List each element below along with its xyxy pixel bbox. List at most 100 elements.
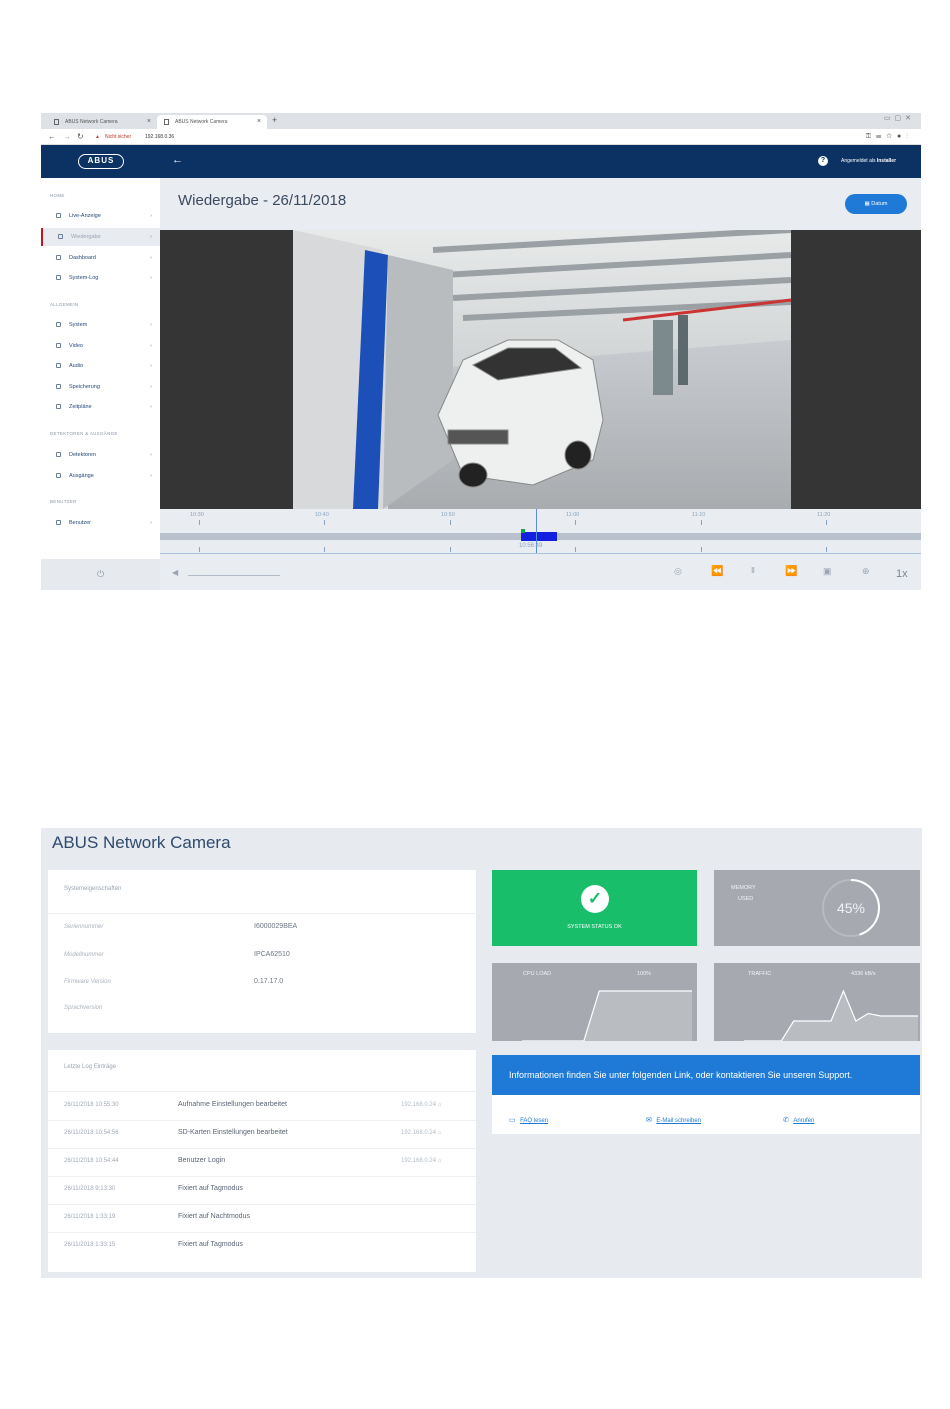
timeline-tick — [199, 520, 200, 525]
chevron-right-icon: › — [150, 520, 152, 526]
chevron-right-icon: › — [150, 255, 152, 261]
lock-icon: ⌂ — [437, 1102, 442, 1108]
log-row[interactable]: 26/11/2018 10:54:56 SD-Karten Einstellun… — [48, 1121, 476, 1149]
timeline-tick — [575, 547, 576, 552]
timeline-tick-label: 10:30 — [190, 512, 204, 518]
sidebar-item-detectors[interactable]: Detektoren › — [41, 446, 160, 464]
dashboard-icon — [56, 255, 61, 260]
sidebar-item-system[interactable]: System › — [41, 316, 160, 334]
page-icon — [164, 119, 169, 125]
playback-controls: ◀ ◎ ⏪ Ⅱ ⏩ ▣ ⊕ 1x — [160, 559, 921, 590]
sidebar-item-outputs[interactable]: Ausgänge › — [41, 467, 160, 485]
playback-speed[interactable]: 1x — [896, 568, 908, 580]
date-button[interactable]: ▦ Datum — [845, 194, 907, 214]
email-link[interactable]: ✉ E-Mail schreiben — [646, 1109, 701, 1127]
timeline-tick — [324, 547, 325, 552]
log-date: 26/11/2018 10:55:30 — [64, 1102, 119, 1108]
call-link[interactable]: ✆ Anrufen — [783, 1109, 814, 1127]
properties-card: Systemeigenschaften Seriennummer I600002… — [48, 870, 476, 1033]
video-player[interactable] — [160, 230, 921, 509]
help-icon[interactable]: ? — [818, 156, 828, 166]
log-row[interactable]: 26/11/2018 10:54:44 Benutzer Login 192.1… — [48, 1149, 476, 1177]
camera-frame-image — [293, 230, 791, 509]
sidebar-item-schedules[interactable]: Zeitpläne › — [41, 398, 160, 416]
back-arrow-icon[interactable]: ← — [172, 154, 183, 166]
cpu-tile: CPU LOAD 100% — [492, 963, 697, 1041]
storage-icon — [56, 384, 61, 389]
memory-label-2: USED — [738, 896, 754, 902]
browser-tab[interactable]: ABUS Network Camera × — [47, 115, 157, 129]
firmware-value: 0.17.17.0 — [254, 978, 284, 985]
faq-link[interactable]: ▭ FAQ lesen — [509, 1109, 548, 1127]
call-link-label: Anrufen — [793, 1118, 815, 1124]
sidebar-item-label: System-Log — [69, 275, 99, 281]
log-row[interactable]: 26/11/2018 1:33:19 Fixiert auf Nachtmodu… — [48, 1205, 476, 1233]
sidebar-item-storage[interactable]: Speicherung › — [41, 378, 160, 396]
new-tab-button[interactable]: + — [272, 115, 277, 125]
live-view-icon — [56, 213, 61, 218]
sidebar-item-syslog[interactable]: System-Log › — [41, 269, 160, 287]
log-text: Fixiert auf Tagmodus — [178, 1185, 243, 1192]
sidebar-item-label: Zeitpläne — [69, 404, 92, 410]
recording-segment[interactable] — [521, 532, 557, 541]
power-icon[interactable]: ⏻ — [41, 559, 160, 590]
timeline-tick — [701, 547, 702, 552]
zoom-icon[interactable]: ⊕ — [862, 566, 870, 577]
log-row[interactable]: 26/11/2018 9:13:30 Fixiert auf Tagmodus — [48, 1177, 476, 1205]
tab-label: ABUS Network Camera — [175, 119, 228, 125]
log-date: 26/11/2018 10:54:44 — [64, 1158, 119, 1164]
system-status-tile: ✓ SYSTEM STATUS OK — [492, 870, 697, 946]
audio-icon — [56, 363, 61, 368]
chevron-right-icon: › — [150, 322, 152, 328]
log-text: Benutzer Login — [178, 1157, 226, 1164]
log-ip: 192.168.0.24 ⌂ — [401, 1102, 441, 1108]
sidebar-item-playback[interactable]: Wiedergabe › — [41, 228, 160, 246]
section-detectors: DETEKTOREN & AUSGÄNGE — [50, 431, 118, 436]
log-ip: 192.168.0.24 ⌂ — [401, 1130, 441, 1136]
sidebar-item-label: Dashboard — [69, 255, 96, 261]
fast-forward-icon[interactable]: ⏩ — [785, 566, 797, 577]
section-users: BENUTZER — [50, 499, 77, 504]
rewind-icon[interactable]: ⏪ — [711, 566, 723, 577]
log-card: Letzte Log Einträge 26/11/2018 10:55:30 … — [48, 1050, 476, 1272]
browser-toolbar-icons[interactable]: ⚿☰☆●⋮ — [866, 129, 913, 145]
insecure-label[interactable]: Nicht sicher — [105, 129, 131, 145]
close-tab-icon[interactable]: × — [257, 115, 261, 129]
timeline[interactable]: 10:30 10:40 10:50 11:00 11:10 11:20 10:5… — [160, 509, 921, 559]
sidebar-item-label: Audio — [69, 363, 84, 369]
volume-slider[interactable] — [188, 575, 280, 576]
browser-tab-active[interactable]: ABUS Network Camera × — [157, 115, 267, 129]
sidebar-item-video[interactable]: Video › — [41, 337, 160, 355]
close-tab-icon[interactable]: × — [147, 115, 151, 129]
memory-label-1: MEMORY — [731, 885, 756, 891]
camera-snapshot-icon[interactable]: ▣ — [823, 566, 832, 577]
window-controls[interactable]: ▭▢✕ — [884, 114, 915, 122]
sidebar-item-users[interactable]: Benutzer › — [41, 514, 160, 532]
logged-in-user: Angemeldet als Installer — [841, 158, 896, 164]
sidebar-item-label: Live-Anzeige — [69, 213, 101, 219]
pause-icon[interactable]: Ⅱ — [751, 566, 755, 575]
playback-icon — [58, 234, 63, 239]
log-row[interactable]: 26/11/2018 10:55:30 Aufnahme Einstellung… — [48, 1093, 476, 1121]
forward-arrow-icon[interactable]: → — [63, 129, 71, 145]
properties-title: Systemeigenschaften — [64, 886, 122, 892]
log-text: SD-Karten Einstellungen bearbeitet — [178, 1129, 288, 1136]
url-field[interactable]: 192.168.0.36 — [145, 129, 174, 145]
chevron-right-icon: › — [150, 384, 152, 390]
log-row[interactable]: 26/11/2018 1:33:15 Fixiert auf Tagmodus — [48, 1233, 476, 1261]
volume-icon[interactable]: ◀ — [172, 568, 178, 577]
sidebar-item-dashboard[interactable]: Dashboard › — [41, 249, 160, 267]
timeline-tick — [450, 547, 451, 552]
dashboard: ABUS Network Camera Systemeigenschaften … — [41, 828, 922, 1278]
record-icon[interactable]: ◎ — [674, 566, 682, 577]
abus-logo[interactable]: ABUS — [78, 154, 124, 169]
timeline-tick-label: 11:00 — [566, 512, 580, 518]
sidebar-item-audio[interactable]: Audio › — [41, 357, 160, 375]
timeline-tick — [450, 520, 451, 525]
date-button-label: Datum — [871, 201, 888, 207]
browser-window: ABUS Network Camera × ABUS Network Camer… — [41, 113, 921, 590]
back-arrow-icon[interactable]: ← — [48, 129, 56, 145]
sidebar-item-label: Video — [69, 343, 83, 349]
reload-icon[interactable]: ↻ — [77, 129, 84, 145]
sidebar-item-live[interactable]: Live-Anzeige › — [41, 207, 160, 225]
